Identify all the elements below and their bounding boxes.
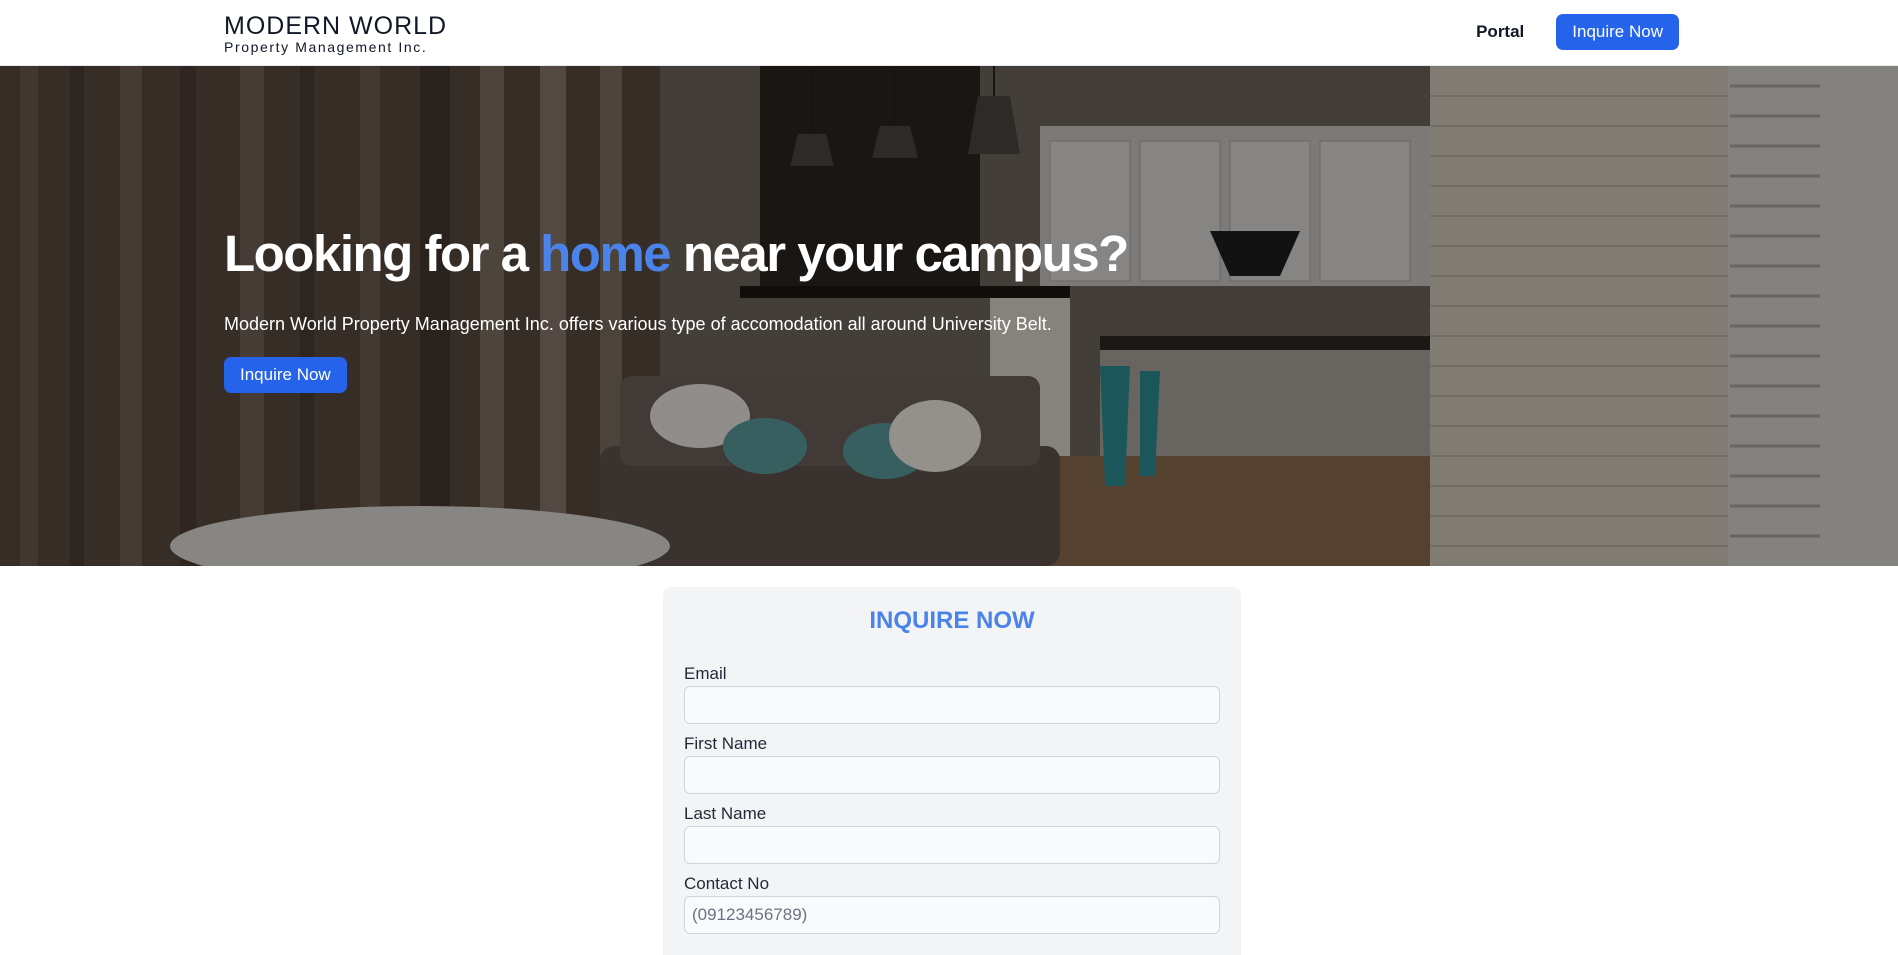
last-name-input[interactable]: [684, 826, 1220, 864]
hero-section: Looking for a home near your campus? Mod…: [0, 66, 1898, 566]
logo-subtitle: Property Management Inc.: [224, 39, 428, 55]
first-name-field-group: First Name: [684, 734, 1220, 794]
contact-no-input[interactable]: [684, 896, 1220, 934]
hero-inquire-button[interactable]: Inquire Now: [224, 357, 347, 393]
hero-title-accent: home: [540, 225, 672, 282]
email-input[interactable]: [684, 686, 1220, 724]
contact-no-label: Contact No: [684, 874, 770, 893]
contact-no-field-group: Contact No: [684, 874, 1220, 934]
hero-title: Looking for a home near your campus?: [224, 224, 1129, 284]
first-name-input[interactable]: [684, 756, 1220, 794]
site-header: MODERN WORLD Property Management Inc. Po…: [0, 0, 1898, 66]
hero-title-end: near your campus?: [670, 225, 1129, 282]
top-nav: Portal Inquire Now: [1476, 14, 1679, 50]
last-name-label: Last Name: [684, 804, 767, 823]
last-name-field-group: Last Name: [684, 804, 1220, 864]
first-name-label: First Name: [684, 734, 768, 753]
hero-description: Modern World Property Management Inc. of…: [224, 314, 1052, 334]
logo[interactable]: MODERN WORLD Property Management Inc.: [224, 13, 447, 55]
portal-link[interactable]: Portal: [1476, 22, 1524, 42]
nav-inquire-button[interactable]: Inquire Now: [1556, 14, 1679, 50]
hero-title-start: Looking for a: [224, 225, 541, 282]
hero-content: Looking for a home near your campus? Mod…: [224, 224, 1129, 393]
logo-title: MODERN WORLD: [224, 12, 448, 40]
email-field-group: Email: [684, 664, 1220, 724]
form-title: INQUIRE NOW: [869, 607, 1035, 634]
email-label: Email: [684, 664, 727, 683]
inquiry-form: INQUIRE NOW Email First Name Last Name C…: [663, 587, 1241, 955]
